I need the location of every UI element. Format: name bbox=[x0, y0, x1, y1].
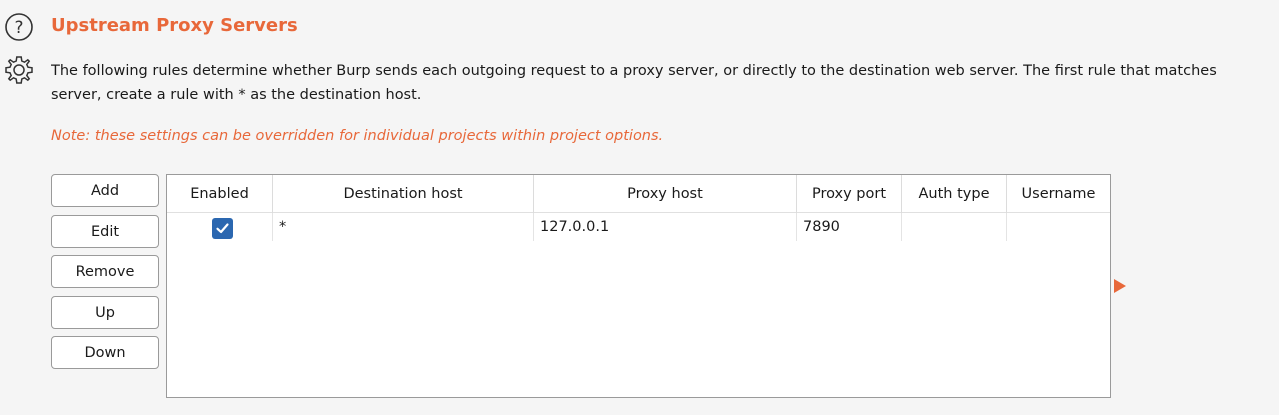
down-button[interactable]: Down bbox=[51, 336, 159, 369]
help-icon[interactable]: ? bbox=[4, 12, 34, 42]
table-row[interactable]: * 127.0.0.1 7890 bbox=[167, 213, 1110, 241]
column-header-destination-host[interactable]: Destination host bbox=[273, 175, 534, 213]
svg-text:?: ? bbox=[14, 18, 23, 38]
description-line-1: The following rules determine whether Bu… bbox=[51, 63, 1217, 79]
settings-note: Note: these settings can be overridden f… bbox=[51, 128, 664, 144]
cell-proxy-host: 127.0.0.1 bbox=[534, 213, 797, 241]
column-header-proxy-host[interactable]: Proxy host bbox=[534, 175, 797, 213]
proxy-rules-table[interactable]: Enabled Destination host Proxy host Prox… bbox=[166, 174, 1111, 398]
column-header-username[interactable]: Username bbox=[1007, 175, 1110, 213]
table-header: Enabled Destination host Proxy host Prox… bbox=[167, 175, 1110, 213]
add-button[interactable]: Add bbox=[51, 174, 159, 207]
column-header-auth-type[interactable]: Auth type bbox=[902, 175, 1007, 213]
page-title: Upstream Proxy Servers bbox=[51, 15, 298, 36]
expand-arrow-icon[interactable] bbox=[1114, 279, 1126, 293]
cell-username bbox=[1007, 213, 1110, 241]
cell-proxy-port: 7890 bbox=[797, 213, 902, 241]
edit-button[interactable]: Edit bbox=[51, 215, 159, 248]
checkmark-icon bbox=[216, 223, 229, 234]
cell-auth-type bbox=[902, 213, 1007, 241]
column-header-proxy-port[interactable]: Proxy port bbox=[797, 175, 902, 213]
column-header-enabled[interactable]: Enabled bbox=[167, 175, 273, 213]
description-line-2: server, create a rule with * as the dest… bbox=[51, 87, 422, 103]
remove-button[interactable]: Remove bbox=[51, 255, 159, 288]
up-button[interactable]: Up bbox=[51, 296, 159, 329]
cell-enabled bbox=[167, 213, 273, 241]
enabled-checkbox[interactable] bbox=[212, 218, 233, 239]
gear-icon[interactable] bbox=[3, 54, 35, 86]
upstream-proxy-panel: ? Upstream Proxy Servers The following r… bbox=[0, 0, 1279, 415]
description-text: The following rules determine whether Bu… bbox=[51, 59, 1279, 107]
cell-destination-host: * bbox=[273, 213, 534, 241]
